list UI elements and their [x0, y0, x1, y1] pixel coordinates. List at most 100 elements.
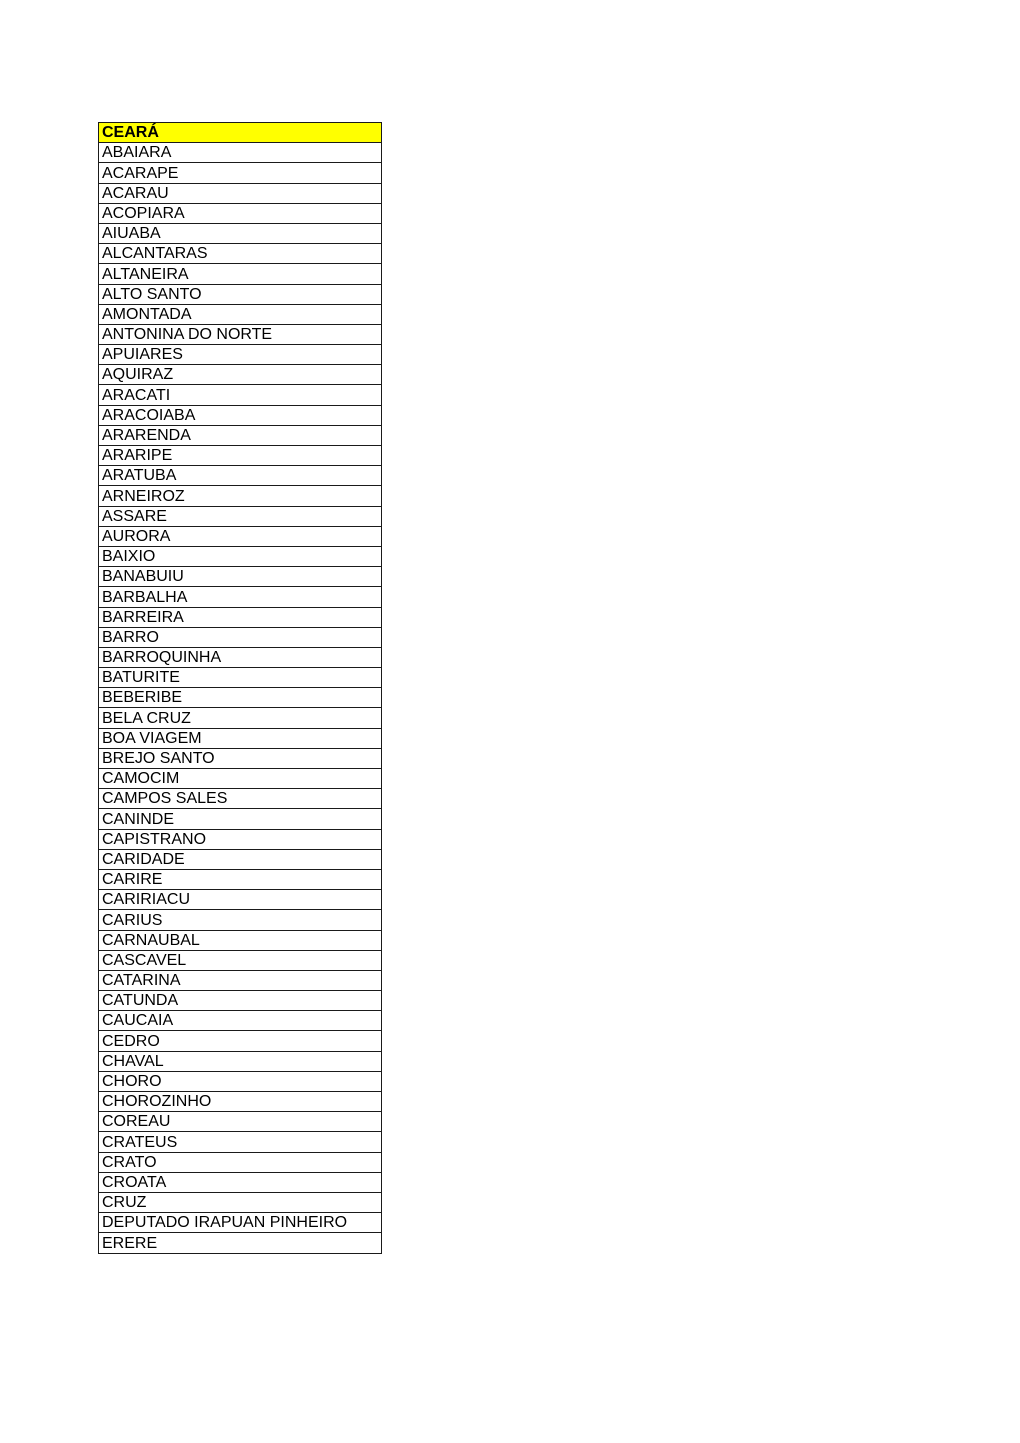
table-row: CANINDE [98, 808, 382, 830]
municipality-cell[interactable]: ANTONINA DO NORTE [98, 323, 382, 346]
table-row: ABAIARA [98, 142, 382, 164]
table-row: ALTO SANTO [98, 283, 382, 305]
table-row: ACARAU [98, 182, 382, 204]
municipality-cell[interactable]: CAMOCIM [98, 767, 382, 790]
municipality-cell[interactable]: BARRO [98, 626, 382, 648]
table-row: CAUCAIA [98, 1010, 382, 1032]
table-row: CARIRE [98, 868, 382, 891]
municipality-cell[interactable]: ALCANTARAS [98, 243, 382, 265]
table-row: CARNAUBAL [98, 929, 382, 951]
municipality-cell[interactable]: BARBALHA [98, 586, 382, 608]
municipality-cell[interactable]: CANINDE [98, 808, 382, 830]
municipality-cell[interactable]: ERERE [98, 1232, 382, 1254]
municipality-cell[interactable]: ARARENDA [98, 424, 382, 447]
municipality-cell[interactable]: ARATUBA [98, 465, 382, 487]
table-row: BARREIRA [98, 606, 382, 628]
municipality-cell[interactable]: ACARAU [98, 182, 382, 204]
municipality-cell[interactable]: DEPUTADO IRAPUAN PINHEIRO [98, 1212, 382, 1234]
table-row: BREJO SANTO [98, 747, 382, 770]
table-row: AMONTADA [98, 303, 382, 325]
table-row: BOA VIAGEM [98, 727, 382, 749]
table-row: CRATEUS [98, 1131, 382, 1153]
municipality-cell[interactable]: ARNEIROZ [98, 485, 382, 507]
municipality-cell[interactable]: CARIUS [98, 909, 382, 931]
table-row: CAPISTRANO [98, 828, 382, 850]
municipality-cell[interactable]: CATUNDA [98, 990, 382, 1012]
table-row: ARACATI [98, 384, 382, 406]
table-row: ASSARE [98, 505, 382, 527]
table-row: CAMPOS SALES [98, 788, 382, 810]
table-row: CARIRIACU [98, 889, 382, 911]
municipality-cell[interactable]: AMONTADA [98, 303, 382, 325]
municipality-cell[interactable]: CAPISTRANO [98, 828, 382, 850]
table-row: CROATA [98, 1171, 382, 1193]
municipality-cell[interactable]: CARIRIACU [98, 889, 382, 911]
municipality-cell[interactable]: AIUABA [98, 222, 382, 245]
table-row: AQUIRAZ [98, 364, 382, 386]
table-row: BATURITE [98, 667, 382, 689]
municipality-cell[interactable]: CHOROZINHO [98, 1090, 382, 1113]
table-row: CRUZ [98, 1191, 382, 1214]
header-row: CEARÁ [98, 121, 382, 144]
table-row: ARARENDA [98, 424, 382, 447]
table-row: CATARINA [98, 969, 382, 992]
table-row: BARRO [98, 626, 382, 648]
municipality-cell[interactable]: ACARAPE [98, 162, 382, 184]
table-row: BARROQUINHA [98, 646, 382, 669]
table-row: ACOPIARA [98, 202, 382, 224]
municipality-cell[interactable]: CROATA [98, 1171, 382, 1193]
municipality-cell[interactable]: BEBERIBE [98, 687, 382, 709]
municipality-cell[interactable]: CHAVAL [98, 1050, 382, 1072]
municipality-cell[interactable]: ALTO SANTO [98, 283, 382, 305]
municipality-cell[interactable]: CAMPOS SALES [98, 788, 382, 810]
header-cell-state[interactable]: CEARÁ [98, 121, 382, 144]
municipality-cell[interactable]: COREAU [98, 1111, 382, 1133]
municipality-cell[interactable]: CATARINA [98, 969, 382, 992]
municipality-cell[interactable]: BATURITE [98, 667, 382, 689]
municipality-cell[interactable]: BARROQUINHA [98, 646, 382, 669]
table-row: CATUNDA [98, 990, 382, 1012]
municipality-cell[interactable]: CRATO [98, 1151, 382, 1173]
municipality-cell[interactable]: CEDRO [98, 1030, 382, 1052]
table-row: BARBALHA [98, 586, 382, 608]
municipality-cell[interactable]: CAUCAIA [98, 1010, 382, 1032]
municipality-cell[interactable]: APUIARES [98, 344, 382, 366]
municipality-cell[interactable]: CASCAVEL [98, 949, 382, 971]
table-row: BELA CRUZ [98, 707, 382, 729]
municipality-table: CEARÁ ABAIARA ACARAPE ACARAU ACOPIARA AIUABA… [98, 121, 382, 1254]
table-row: ARARIPE [98, 444, 382, 467]
table-row: CARIDADE [98, 848, 382, 870]
municipality-cell[interactable]: BOA VIAGEM [98, 727, 382, 749]
municipality-cell[interactable]: CHORO [98, 1070, 382, 1093]
table-row: DEPUTADO IRAPUAN PINHEIRO [98, 1212, 382, 1234]
municipality-cell[interactable]: BARREIRA [98, 606, 382, 628]
table-row: APUIARES [98, 344, 382, 366]
municipality-cell[interactable]: CARIDADE [98, 848, 382, 870]
municipality-cell[interactable]: ARACOIABA [98, 404, 382, 426]
municipality-cell[interactable]: AURORA [98, 525, 382, 547]
municipality-cell[interactable]: CRATEUS [98, 1131, 382, 1153]
table-body: ABAIARA ACARAPE ACARAU ACOPIARA AIUABA ALCANT… [98, 142, 382, 1254]
table-row: COREAU [98, 1111, 382, 1133]
municipality-cell[interactable]: ALTANEIRA [98, 263, 382, 285]
table-row: ACARAPE [98, 162, 382, 184]
municipality-cell[interactable]: AQUIRAZ [98, 364, 382, 386]
table-row: CHAVAL [98, 1050, 382, 1072]
municipality-cell[interactable]: CARNAUBAL [98, 929, 382, 951]
table-row: CARIUS [98, 909, 382, 931]
municipality-cell[interactable]: CRUZ [98, 1191, 382, 1214]
municipality-cell[interactable]: ABAIARA [98, 142, 382, 164]
municipality-cell[interactable]: ARACATI [98, 384, 382, 406]
municipality-cell[interactable]: ARARIPE [98, 444, 382, 467]
municipality-cell[interactable]: BELA CRUZ [98, 707, 382, 729]
municipality-cell[interactable]: ACOPIARA [98, 202, 382, 224]
municipality-cell[interactable]: BAIXIO [98, 545, 382, 568]
table-row: BANABUIU [98, 566, 382, 588]
table-row: BAIXIO [98, 545, 382, 568]
table-row: CHOROZINHO [98, 1090, 382, 1113]
municipality-cell[interactable]: BREJO SANTO [98, 747, 382, 770]
municipality-cell[interactable]: ASSARE [98, 505, 382, 527]
municipality-cell[interactable]: CARIRE [98, 868, 382, 891]
table-row: AURORA [98, 525, 382, 547]
municipality-cell[interactable]: BANABUIU [98, 566, 382, 588]
